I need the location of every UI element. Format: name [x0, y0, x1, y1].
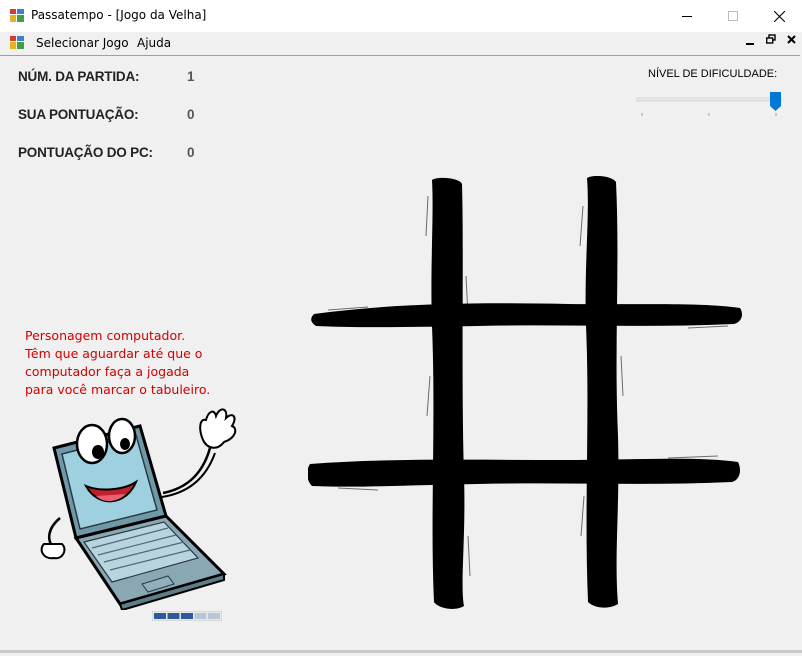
character-message: Personagem computador. Têm que aguardar … — [25, 327, 210, 399]
match-number-label: NÚM. DA PARTIDA: — [18, 69, 140, 84]
slider-track — [636, 97, 782, 102]
close-button[interactable] — [756, 0, 802, 32]
board-cell[interactable] — [433, 314, 590, 468]
title-bar: Passatempo - [Jogo da Velha] — [0, 0, 802, 32]
mdi-minimize-icon — [746, 43, 754, 45]
pc-score-value: 0 — [187, 145, 195, 160]
mdi-restore-button[interactable] — [762, 34, 780, 49]
progress-segment — [181, 613, 193, 619]
maximize-icon — [728, 11, 738, 21]
status-strip — [0, 650, 802, 653]
mdi-restore-icon — [765, 34, 776, 44]
progress-indicator — [152, 611, 222, 621]
your-score-value: 0 — [187, 107, 195, 122]
slider-thumb[interactable] — [770, 92, 781, 111]
difficulty-label: NÍVEL DE DIFICULDADE: — [648, 68, 778, 80]
progress-segment — [154, 613, 166, 619]
message-line: Têm que aguardar até que o — [25, 346, 203, 361]
window-title: Passatempo - [Jogo da Velha] — [31, 8, 207, 22]
board-cell[interactable] — [308, 176, 433, 314]
message-line: para você marcar o tabuleiro. — [25, 382, 211, 397]
minimize-button[interactable] — [664, 0, 710, 32]
mdi-minimize-button[interactable] — [741, 34, 759, 49]
mdi-close-button[interactable] — [782, 34, 800, 49]
menu-ajuda[interactable]: Ajuda — [137, 36, 171, 50]
board-cell[interactable] — [590, 314, 744, 468]
close-icon — [773, 10, 785, 22]
message-line: Personagem computador. — [25, 328, 186, 343]
pc-score-label: PONTUAÇÃO DO PC: — [18, 145, 153, 160]
difficulty-slider[interactable] — [636, 90, 786, 118]
minimize-icon — [682, 16, 692, 17]
progress-segment — [208, 613, 220, 619]
board-cell[interactable] — [433, 468, 590, 612]
board-cell[interactable] — [308, 468, 433, 612]
board-cell[interactable] — [590, 176, 744, 314]
tic-tac-toe-grid-icon[interactable] — [308, 176, 744, 612]
laptop-mascot-icon — [40, 408, 237, 610]
message-line: computador faça a jogada — [25, 364, 190, 379]
app-icon — [10, 9, 24, 22]
progress-segment — [194, 613, 207, 619]
board-cell[interactable] — [590, 468, 744, 612]
board-cells[interactable] — [308, 176, 744, 612]
maximize-button[interactable] — [710, 0, 756, 32]
progress-segment — [167, 613, 180, 619]
board-cell[interactable] — [308, 314, 433, 468]
menu-bar: Selecionar Jogo Ajuda — [0, 32, 802, 54]
match-number-value: 1 — [187, 69, 195, 84]
board-cell[interactable] — [433, 176, 590, 314]
mdi-close-icon — [786, 35, 796, 44]
document-icon[interactable] — [10, 36, 24, 49]
your-score-label: SUA PONTUAÇÃO: — [18, 107, 139, 122]
menu-selecionar-jogo[interactable]: Selecionar Jogo — [36, 36, 129, 50]
